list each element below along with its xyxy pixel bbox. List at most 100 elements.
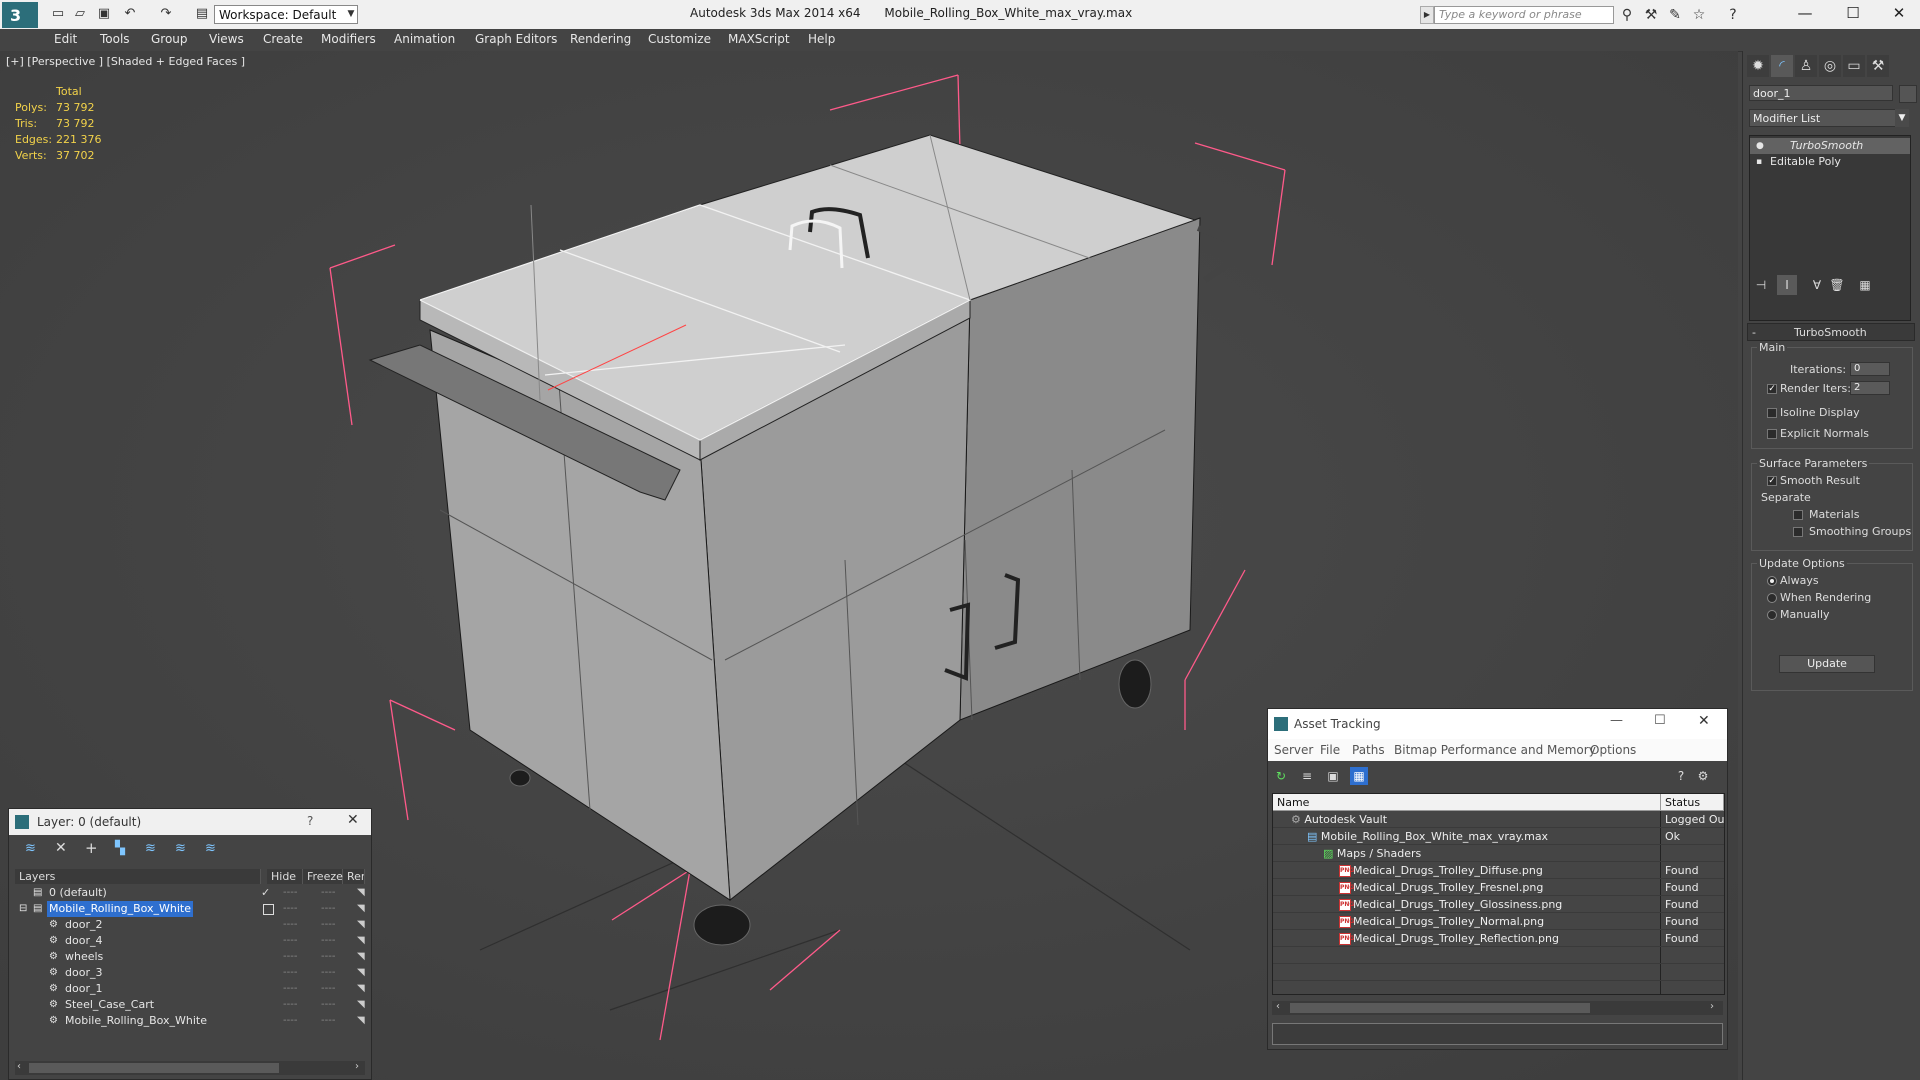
undo-icon[interactable]: ↶ [122, 6, 138, 22]
materials-checkbox[interactable] [1793, 510, 1803, 520]
remove-modifier-icon[interactable]: 🗑 [1827, 275, 1847, 295]
menu-create[interactable]: Create [263, 32, 303, 46]
maximize-icon[interactable]: ☐ [1654, 713, 1666, 728]
hierarchy-tab-icon[interactable]: ♙ [1795, 55, 1817, 77]
render-teapot-icon[interactable]: ◥ [357, 981, 365, 997]
delete-layer-icon[interactable]: ✕ [55, 840, 67, 856]
help-icon[interactable]: ? [307, 814, 313, 828]
when-rendering-radio[interactable] [1767, 593, 1777, 603]
menu-file[interactable]: File [1320, 743, 1340, 757]
menu-options[interactable]: Options [1590, 743, 1636, 757]
object-color-swatch[interactable] [1899, 85, 1917, 103]
new-file-icon[interactable]: ▭ [50, 6, 66, 22]
scroll-right-icon[interactable]: › [355, 1061, 359, 1072]
chevron-down-icon[interactable]: ▼ [344, 5, 358, 24]
make-unique-icon[interactable]: ∀ [1807, 275, 1827, 295]
layer-row[interactable]: ⚙ door_2 ---- ---- ◥ [15, 917, 365, 933]
table-row[interactable]: PNGMedical_Drugs_Trolley_Diffuse.png Fou… [1273, 862, 1724, 879]
table-row[interactable]: ▤ Mobile_Rolling_Box_White_max_vray.max … [1273, 828, 1724, 845]
modify-tab-icon[interactable]: ◜ [1771, 55, 1793, 77]
layers-icon[interactable]: ≋ [25, 841, 36, 856]
menu-help[interactable]: Help [808, 32, 835, 46]
list-view-icon[interactable]: ≡ [1298, 767, 1316, 785]
render-teapot-icon[interactable]: ◥ [357, 901, 365, 917]
layer-row[interactable]: ▤ 0 (default) ✓ ---- ---- ◥ [15, 885, 365, 901]
menu-graph-editors[interactable]: Graph Editors [475, 32, 557, 46]
close-icon[interactable]: ✕ [1698, 713, 1710, 729]
render-iters-checkbox[interactable]: ✓ [1767, 384, 1777, 394]
smooth-result-checkbox[interactable]: ✓ [1767, 476, 1777, 486]
table-view-icon[interactable]: ▦ [1350, 767, 1368, 785]
configure-modifier-sets-icon[interactable]: ▦ [1855, 275, 1875, 295]
stack-item-editable-poly[interactable]: ▪ Editable Poly [1750, 154, 1910, 170]
column-freeze[interactable]: Freeze [303, 869, 343, 884]
close-icon[interactable]: ✕ [1876, 0, 1920, 29]
maximize-icon[interactable]: ☐ [1830, 0, 1876, 29]
menu-edit[interactable]: Edit [54, 32, 77, 46]
asset-window-title-bar[interactable]: Asset Tracking — ☐ ✕ [1268, 709, 1727, 739]
layer-row[interactable]: ⚙ wheels ---- ---- ◥ [15, 949, 365, 965]
explicit-normals-checkbox[interactable] [1767, 429, 1777, 439]
context-help-icon[interactable]: ⚙ [1694, 767, 1712, 785]
column-layers[interactable]: Layers [15, 869, 261, 884]
always-radio[interactable] [1767, 576, 1777, 586]
render-teapot-icon[interactable]: ◥ [357, 933, 365, 949]
render-teapot-icon[interactable]: ◥ [357, 965, 365, 981]
highlight-layer-icon[interactable]: ≋ [145, 841, 156, 856]
select-objects-icon[interactable]: ▚ [115, 841, 125, 856]
iterations-spinner[interactable]: 0 [1850, 362, 1890, 376]
layer-row[interactable]: ⚙ Mobile_Rolling_Box_White ---- ---- ◥ [15, 1013, 365, 1029]
menu-maxscript[interactable]: MAXScript [728, 32, 790, 46]
workspace-dropdown[interactable]: Workspace: Default [214, 5, 358, 24]
app-logo-icon[interactable]: 3 [2, 2, 38, 28]
search-input[interactable]: Type a keyword or phrase [1434, 6, 1614, 24]
update-button[interactable]: Update [1779, 655, 1875, 673]
menu-views[interactable]: Views [209, 32, 244, 46]
minimize-icon[interactable]: — [1610, 713, 1623, 728]
thumbnail-view-icon[interactable]: ▣ [1324, 767, 1342, 785]
isoline-display-checkbox[interactable] [1767, 408, 1777, 418]
show-end-result-icon[interactable]: Ⅰ [1777, 275, 1797, 295]
binoculars-icon[interactable]: ⚲ [1618, 6, 1636, 24]
menu-bitmap-performance[interactable]: Bitmap Performance and Memory [1394, 743, 1596, 757]
smoothing-groups-checkbox[interactable] [1793, 527, 1803, 537]
display-tab-icon[interactable]: ▭ [1843, 55, 1865, 77]
minimize-icon[interactable]: — [1782, 0, 1828, 29]
lightbulb-icon[interactable]: ● [1756, 138, 1764, 154]
scroll-right-icon[interactable]: › [1710, 1001, 1714, 1012]
render-teapot-icon[interactable]: ◥ [357, 949, 365, 965]
layer-row[interactable]: ⊟ ▤ Mobile_Rolling_Box_White ---- ---- ◥ [15, 901, 365, 917]
menu-customize[interactable]: Customize [648, 32, 711, 46]
column-hide[interactable]: Hide [267, 869, 303, 884]
render-teapot-icon[interactable]: ◥ [357, 1013, 365, 1029]
layer-row[interactable]: ⚙ Steel_Case_Cart ---- ---- ◥ [15, 997, 365, 1013]
subscription-icon[interactable]: ⚒ [1642, 6, 1660, 24]
scroll-left-icon[interactable]: ‹ [1276, 1001, 1280, 1012]
help-icon[interactable]: ? [1724, 6, 1742, 24]
table-row[interactable]: ⚙ Autodesk Vault Logged Out [1273, 811, 1724, 828]
object-name-field[interactable]: door_1 [1749, 85, 1893, 101]
freeze-all-icon[interactable]: ≋ [205, 841, 216, 856]
scrollbar-thumb[interactable] [29, 1063, 279, 1073]
help-icon[interactable]: ? [1672, 767, 1690, 785]
stack-item-turbosmooth[interactable]: ● TurboSmooth [1750, 138, 1910, 154]
layer-row[interactable]: ⚙ door_1 ---- ---- ◥ [15, 981, 365, 997]
layer-window-title-bar[interactable]: Layer: 0 (default) ? ✕ [9, 809, 371, 835]
refresh-icon[interactable]: ↻ [1272, 767, 1290, 785]
save-icon[interactable]: ▣ [96, 6, 112, 22]
manually-radio[interactable] [1767, 610, 1777, 620]
motion-tab-icon[interactable]: ◎ [1819, 55, 1841, 77]
open-file-icon[interactable]: ▱ [72, 6, 88, 22]
collapse-icon[interactable]: ⊟ [19, 901, 27, 917]
menu-paths[interactable]: Paths [1352, 743, 1385, 757]
table-row[interactable]: PNGMedical_Drugs_Trolley_Fresnel.png Fou… [1273, 879, 1724, 896]
add-layer-icon[interactable]: + [85, 839, 98, 857]
menu-animation[interactable]: Animation [394, 32, 455, 46]
expand-icon[interactable]: ▪ [1756, 154, 1762, 170]
viewport-label[interactable]: [+] [Perspective ] [Shaded + Edged Faces… [6, 55, 245, 68]
menu-group[interactable]: Group [151, 32, 188, 46]
communication-icon[interactable]: ✎ [1666, 6, 1684, 24]
utilities-tab-icon[interactable]: ⚒ [1867, 55, 1889, 77]
table-row[interactable]: PNGMedical_Drugs_Trolley_Normal.png Foun… [1273, 913, 1724, 930]
favorites-star-icon[interactable]: ☆ [1690, 6, 1708, 24]
